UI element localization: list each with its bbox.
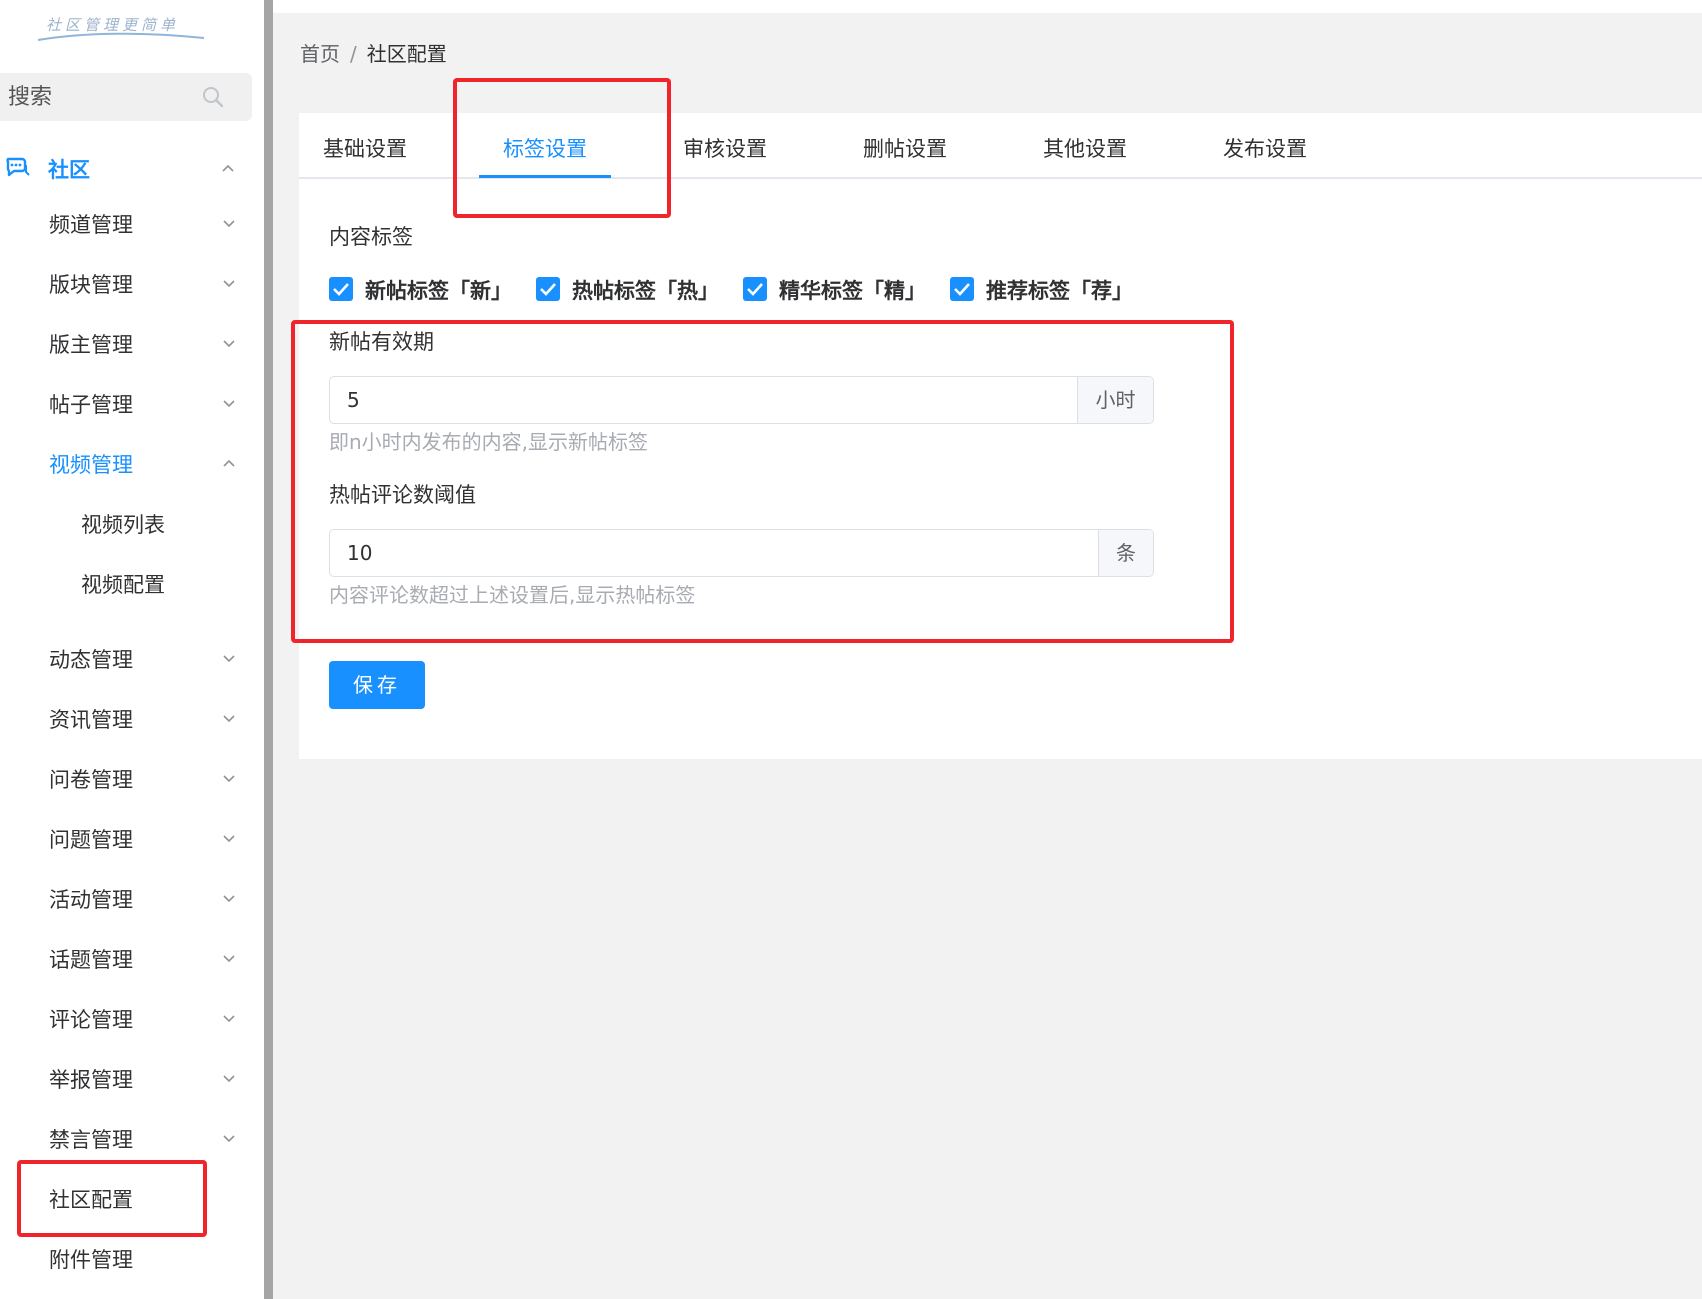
sidebar-item-label: 视频配置 xyxy=(81,573,165,597)
sidebar-item-channel[interactable]: 频道管理 xyxy=(0,200,252,244)
chevron-up-icon xyxy=(223,459,235,467)
logo[interactable]: 社区管理更简单 xyxy=(36,6,206,46)
sidebar-item-news[interactable]: 资讯管理 xyxy=(0,695,252,739)
sidebar-item-comment[interactable]: 评论管理 xyxy=(0,995,252,1039)
sidebar-item-label: 动态管理 xyxy=(49,648,133,672)
sidebar-item-label: 社区配置 xyxy=(49,1188,133,1212)
chevron-down-icon xyxy=(223,715,235,723)
chevron-down-icon xyxy=(223,835,235,843)
sidebar-item-label: 视频管理 xyxy=(49,453,133,477)
sidebar-item-label: 评论管理 xyxy=(49,1008,133,1032)
breadcrumb-separator: / xyxy=(350,42,357,66)
breadcrumb-current: 社区配置 xyxy=(366,42,447,66)
sidebar-item-board[interactable]: 版块管理 xyxy=(0,260,252,304)
chevron-down-icon xyxy=(223,340,235,348)
hot-post-hint: 内容评论数超过上述设置后,显示热帖标签 xyxy=(329,583,696,607)
sidebar-item-mute[interactable]: 禁言管理 xyxy=(0,1115,252,1159)
checkbox-checked-icon[interactable] xyxy=(329,277,353,301)
checkbox-label: 新帖标签「新」 xyxy=(365,279,512,303)
chat-bubbles-icon xyxy=(6,157,30,177)
sidebar-item-label: 视频列表 xyxy=(81,513,165,537)
sidebar-item-post[interactable]: 帖子管理 xyxy=(0,380,252,424)
hot-post-threshold-input-group: 条 xyxy=(329,529,1154,577)
chevron-down-icon xyxy=(223,1075,235,1083)
checkbox-label: 推荐标签「荐」 xyxy=(986,279,1133,303)
sidebar-item-video[interactable]: 视频管理 xyxy=(0,440,252,484)
sidebar-item-label: 举报管理 xyxy=(49,1068,133,1092)
sidebar-item-activity[interactable]: 活动管理 xyxy=(0,875,252,919)
sidebar-item-topic[interactable]: 话题管理 xyxy=(0,935,252,979)
chevron-down-icon xyxy=(223,1015,235,1023)
checkbox-recommend-tag[interactable]: 推荐标签「荐」 xyxy=(950,275,1133,303)
sidebar-item-report[interactable]: 举报管理 xyxy=(0,1055,252,1099)
new-post-hint: 即n小时内发布的内容,显示新帖标签 xyxy=(329,430,649,454)
save-button[interactable]: 保存 xyxy=(329,661,425,709)
checkbox-hot-tag[interactable]: 热帖标签「热」 xyxy=(536,275,719,303)
chevron-up-icon xyxy=(222,164,234,172)
checkbox-checked-icon[interactable] xyxy=(536,277,560,301)
hot-post-threshold-label: 热帖评论数阈值 xyxy=(329,483,476,507)
checkbox-label: 精华标签「精」 xyxy=(779,279,926,303)
sidebar-item-video-config[interactable]: 视频配置 xyxy=(0,560,252,604)
tabs-bar: 基础设置 标签设置 审核设置 删帖设置 其他设置 发布设置 xyxy=(299,113,1702,179)
checkbox-checked-icon[interactable] xyxy=(743,277,767,301)
breadcrumb-home[interactable]: 首页 xyxy=(300,42,340,66)
new-post-validity-input[interactable] xyxy=(330,377,1079,423)
checkbox-essence-tag[interactable]: 精华标签「精」 xyxy=(743,275,926,303)
header-strip xyxy=(273,0,1702,13)
sidebar-item-label: 问题管理 xyxy=(49,828,133,852)
sidebar-item-label: 附件管理 xyxy=(49,1248,133,1272)
checkbox-new-tag[interactable]: 新帖标签「新」 xyxy=(329,275,512,303)
unit-hours-append: 小时 xyxy=(1077,377,1153,423)
sidebar-item-label: 版主管理 xyxy=(49,333,133,357)
chevron-down-icon xyxy=(223,220,235,228)
sidebar-item-label: 禁言管理 xyxy=(49,1128,133,1152)
tab-tag-settings[interactable]: 标签设置 xyxy=(503,133,587,163)
sidebar-item-community-config[interactable]: 社区配置 xyxy=(0,1175,252,1219)
sidebar-item-label: 频道管理 xyxy=(49,213,133,237)
sidebar-item-label: 版块管理 xyxy=(49,273,133,297)
sidebar-item-label: 话题管理 xyxy=(49,948,133,972)
new-post-validity-input-group: 小时 xyxy=(329,376,1154,424)
tab-delete-settings[interactable]: 删帖设置 xyxy=(863,133,947,163)
chevron-down-icon xyxy=(223,400,235,408)
logo-swoosh-icon xyxy=(37,32,205,41)
checkbox-label: 热帖标签「热」 xyxy=(572,279,719,303)
search-box[interactable] xyxy=(0,73,252,121)
chevron-down-icon xyxy=(223,895,235,903)
chevron-down-icon xyxy=(223,955,235,963)
sidebar-item-label: 问卷管理 xyxy=(49,768,133,792)
sidebar-group-community[interactable]: 社区 xyxy=(0,146,252,190)
breadcrumb: 首页 / 社区配置 xyxy=(300,38,447,67)
chevron-down-icon xyxy=(223,1135,235,1143)
sidebar-item-video-list[interactable]: 视频列表 xyxy=(0,500,252,544)
chevron-down-icon xyxy=(223,280,235,288)
tab-basic-settings[interactable]: 基础设置 xyxy=(323,133,407,163)
tab-other-settings[interactable]: 其他设置 xyxy=(1043,133,1127,163)
new-post-validity-label: 新帖有效期 xyxy=(329,330,434,354)
active-tab-indicator xyxy=(479,175,611,178)
sidebar-item-label: 活动管理 xyxy=(49,888,133,912)
chevron-down-icon xyxy=(223,655,235,663)
checkbox-checked-icon[interactable] xyxy=(950,277,974,301)
tab-review-settings[interactable]: 审核设置 xyxy=(683,133,767,163)
unit-count-append: 条 xyxy=(1098,530,1153,576)
sidebar: 社区管理更简单 社区 频道管理版块管理版主管理帖子管理视频管理视频列表视频配置动 xyxy=(0,0,264,1299)
sidebar-item-attachment[interactable]: 附件管理 xyxy=(0,1235,252,1279)
tab-publish-settings[interactable]: 发布设置 xyxy=(1223,133,1307,163)
chevron-down-icon xyxy=(223,775,235,783)
sidebar-item-moderator[interactable]: 版主管理 xyxy=(0,320,252,364)
search-input[interactable] xyxy=(8,73,198,121)
sidebar-item-label: 资讯管理 xyxy=(49,708,133,732)
search-icon[interactable] xyxy=(201,85,225,109)
sidebar-group-label: 社区 xyxy=(48,158,90,182)
hot-post-threshold-input[interactable] xyxy=(330,530,1100,576)
sidebar-scrollbar[interactable] xyxy=(264,0,273,1299)
sidebar-item-survey[interactable]: 问卷管理 xyxy=(0,755,252,799)
sidebar-item-moment[interactable]: 动态管理 xyxy=(0,635,252,679)
sidebar-item-question[interactable]: 问题管理 xyxy=(0,815,252,859)
content-tags-label: 内容标签 xyxy=(329,225,413,249)
sidebar-item-label: 帖子管理 xyxy=(49,393,133,417)
settings-panel: 基础设置 标签设置 审核设置 删帖设置 其他设置 发布设置 内容标签 新帖标签「… xyxy=(299,113,1702,759)
